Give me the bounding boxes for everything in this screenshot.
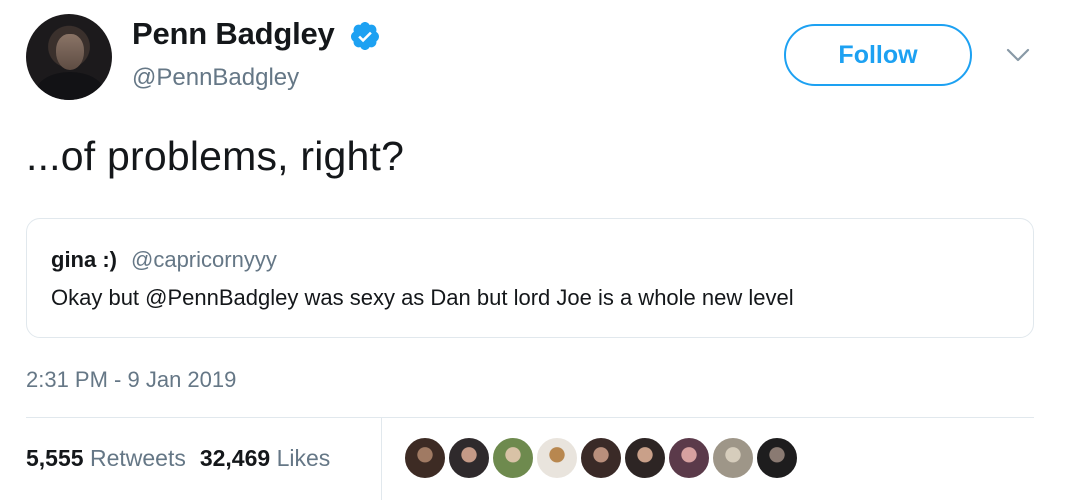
quoted-tweet-card[interactable]: gina :) @capricornyyy Okay but @PennBadg… (26, 218, 1034, 338)
liker-avatar[interactable] (667, 436, 711, 480)
tweet-text: ...of problems, right? (26, 133, 405, 179)
liker-avatar[interactable] (755, 436, 799, 480)
likes-stat[interactable]: 32,469 Likes (200, 445, 330, 471)
liker-avatar[interactable] (447, 436, 491, 480)
stats-divider (26, 417, 1034, 418)
author-display-name[interactable]: Penn Badgley (132, 16, 335, 52)
likes-count: 32,469 (199, 445, 271, 471)
follow-button[interactable]: Follow (784, 24, 972, 86)
liker-avatar[interactable] (623, 436, 667, 480)
stats-separator (381, 418, 382, 500)
avatar-shoulders (36, 72, 104, 100)
liker-avatar[interactable] (579, 436, 623, 480)
author-handle[interactable]: @PennBadgley (132, 64, 299, 92)
author-avatar[interactable] (26, 14, 112, 100)
liker-avatar[interactable] (535, 436, 579, 480)
verified-badge-icon (350, 22, 379, 50)
tweet-timestamp[interactable]: 2:31 PM - 9 Jan 2019 (26, 367, 236, 393)
tweet-stats: 5,555 Retweets 32,469 Likes (26, 445, 330, 472)
quoted-author-name: gina :) (51, 247, 117, 272)
retweets-count: 5,555 (26, 445, 84, 471)
chevron-down-icon[interactable] (1005, 46, 1031, 64)
retweets-stat[interactable]: 5,555 Retweets (26, 445, 186, 471)
liker-avatar[interactable] (403, 436, 447, 480)
liker-avatar[interactable] (491, 436, 535, 480)
quoted-tweet-text: Okay but @PennBadgley was sexy as Dan bu… (51, 285, 794, 310)
avatar-face (56, 34, 84, 70)
retweets-label: Retweets (89, 445, 186, 471)
likes-label: Likes (276, 445, 331, 471)
quoted-author-handle: @capricornyyy (131, 247, 277, 272)
liker-avatars (403, 436, 799, 482)
liker-avatar[interactable] (711, 436, 755, 480)
